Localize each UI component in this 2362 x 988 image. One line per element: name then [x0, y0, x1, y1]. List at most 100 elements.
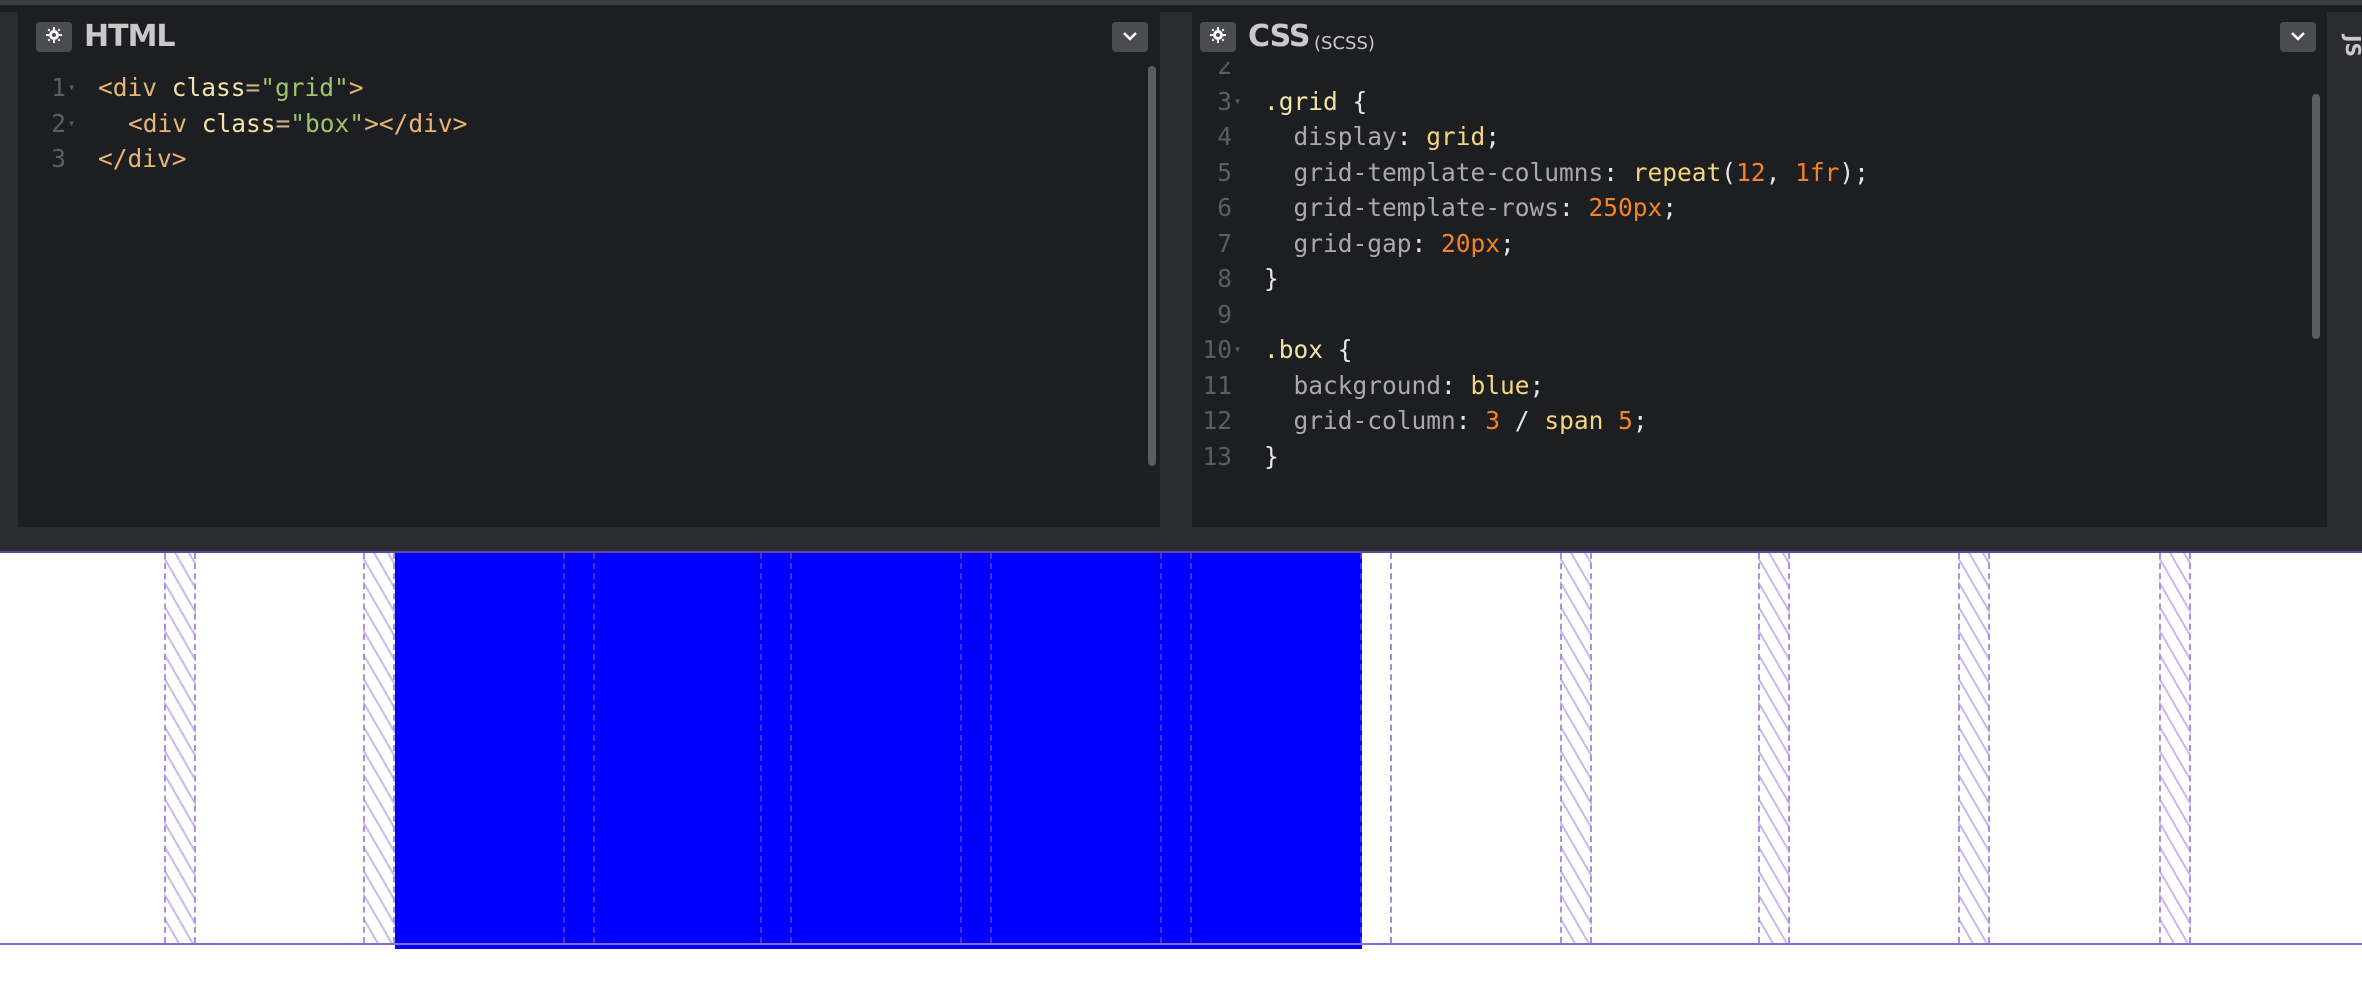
grid-gap-column	[1160, 553, 1192, 943]
grid-gap-column	[1958, 553, 1990, 943]
result-preview	[0, 553, 2362, 988]
css-preprocessor-label: (SCSS)	[1314, 33, 1375, 54]
right-resize-handle[interactable]	[2327, 12, 2362, 527]
code-token: :	[1411, 228, 1442, 258]
code-line[interactable]: 3 ▾ .grid {	[1192, 84, 2327, 120]
code-line[interactable]: 7 grid-gap: 20px;	[1192, 226, 2327, 262]
code-token: :	[1559, 193, 1589, 222]
code-line[interactable]: 13}	[1192, 439, 2327, 475]
preview-resize-bar[interactable]	[0, 527, 2362, 553]
code-text: <div class="box"></div>	[128, 106, 467, 142]
code-token: ;	[1529, 370, 1545, 400]
code-token: :	[1603, 157, 1633, 187]
code-token: .box	[1264, 335, 1324, 364]
html-pane-title: HTML	[84, 19, 176, 54]
line-number: 2	[51, 108, 66, 138]
html-scrollbar[interactable]	[1148, 66, 1156, 466]
code-line[interactable]: 8}	[1192, 261, 2327, 297]
code-token: }	[1264, 441, 1279, 471]
line-number: 12	[1202, 406, 1232, 435]
grid-gap-column	[1360, 553, 1392, 943]
code-token: :	[1441, 370, 1471, 400]
css-code-editor[interactable]: 2 3 ▾ .grid {4 display: grid; 5 grid-templat…	[1192, 62, 2327, 527]
code-text: .grid {	[1264, 84, 1367, 120]
code-token: grid-template-columns	[1264, 157, 1604, 187]
code-token: ></div>	[364, 108, 468, 138]
code-line[interactable]: 4 display: grid;	[1192, 119, 2327, 155]
code-token: grid	[1426, 122, 1486, 151]
line-number: 2	[1217, 62, 1232, 80]
code-line[interactable]: 9	[1192, 297, 2327, 333]
code-token: 20px	[1441, 228, 1501, 258]
code-token: display	[1264, 122, 1397, 151]
code-token: :	[1396, 122, 1427, 151]
code-line[interactable]: 3 </div>	[18, 141, 1160, 177]
code-line[interactable]: 1 ▾ <div class="grid">	[18, 70, 1160, 106]
code-text: }	[1264, 261, 1279, 297]
line-number: 13	[1202, 441, 1232, 471]
fold-arrow-icon[interactable]: ▾	[68, 70, 75, 106]
code-token: 12	[1736, 157, 1766, 187]
js-pane-tab[interactable]: JS	[2325, 35, 2362, 65]
code-token: grid-gap	[1264, 228, 1412, 258]
code-token: .grid	[1264, 86, 1338, 116]
html-pane-header: HTML	[18, 12, 1160, 62]
code-text: background: blue;	[1264, 368, 1545, 404]
fold-arrow-icon[interactable]: ▾	[68, 106, 75, 142]
code-text: </div>	[98, 141, 187, 177]
css-settings-button[interactable]	[1200, 22, 1236, 52]
code-token: <div	[98, 73, 172, 102]
code-token: ;	[1500, 228, 1515, 258]
fold-arrow-icon[interactable]: ▾	[1234, 84, 1241, 120]
left-resize-handle[interactable]	[0, 12, 18, 527]
css-pane-title: CSS	[1248, 19, 1310, 54]
code-token: ;	[1662, 193, 1678, 222]
css-editor-pane: CSS (SCSS) 2 3 ▾ .grid {4 display: grid; 5 g…	[1192, 12, 2327, 527]
grid-row-boundary	[0, 943, 2362, 945]
html-code-editor[interactable]: 1 ▾ <div class="grid"> 2 ▾ <div class="box"><…	[18, 62, 1160, 527]
gear-icon	[46, 26, 62, 48]
code-text: grid-template-columns: repeat(12, 1fr);	[1264, 155, 1869, 191]
grid-gap-column	[164, 553, 196, 943]
code-token: {	[1337, 86, 1368, 116]
css-scrollbar[interactable]	[2312, 94, 2320, 339]
line-number: 11	[1202, 370, 1232, 400]
html-collapse-button[interactable]	[1112, 22, 1148, 52]
code-line[interactable]: 5 grid-template-columns: repeat(12, 1fr)…	[1192, 155, 2327, 191]
code-token: =	[245, 73, 261, 102]
fold-arrow-icon[interactable]: ▾	[1234, 332, 1241, 368]
code-line[interactable]: 6 grid-template-rows: 250px;	[1192, 190, 2327, 226]
grid-gap-column	[1758, 553, 1790, 943]
code-text: <div class="grid">	[98, 70, 364, 106]
code-token: ;	[1485, 122, 1501, 151]
code-line[interactable]: 2	[1192, 62, 2327, 84]
line-number: 10	[1202, 335, 1232, 364]
code-token: grid-column	[1264, 406, 1456, 435]
css-pane-header: CSS (SCSS)	[1192, 12, 2327, 62]
grid-box	[395, 553, 1362, 949]
html-editor-pane: HTML 1 ▾ <div class="grid"> 2 ▾ <div class="b…	[18, 12, 1160, 527]
code-token: >	[348, 73, 364, 102]
code-token: repeat	[1632, 157, 1722, 187]
code-token: </div>	[98, 144, 187, 173]
code-line[interactable]: 11 background: blue;	[1192, 368, 2327, 404]
code-line[interactable]: 12 grid-column: 3 / span 5;	[1192, 403, 2327, 439]
code-token: 5	[1618, 406, 1633, 435]
editor-panels: HTML 1 ▾ <div class="grid"> 2 ▾ <div class="b…	[0, 12, 2362, 527]
grid-gap-column	[563, 553, 595, 943]
code-text: .box {	[1264, 332, 1353, 368]
gear-icon	[1210, 26, 1226, 48]
chevron-down-icon	[2290, 28, 2306, 46]
code-token: );	[1839, 157, 1869, 187]
code-token: 1fr	[1795, 157, 1840, 187]
code-token: :	[1455, 406, 1486, 435]
html-settings-button[interactable]	[36, 22, 72, 52]
code-line[interactable]: 2 ▾ <div class="box"></div>	[18, 106, 1160, 142]
line-number: 8	[1217, 264, 1232, 293]
code-token: ;	[1632, 406, 1648, 435]
middle-resize-handle[interactable]	[1160, 12, 1192, 527]
css-collapse-button[interactable]	[2280, 22, 2316, 52]
code-line[interactable]: 10 ▾ .box {	[1192, 332, 2327, 368]
code-token: span	[1544, 406, 1604, 435]
